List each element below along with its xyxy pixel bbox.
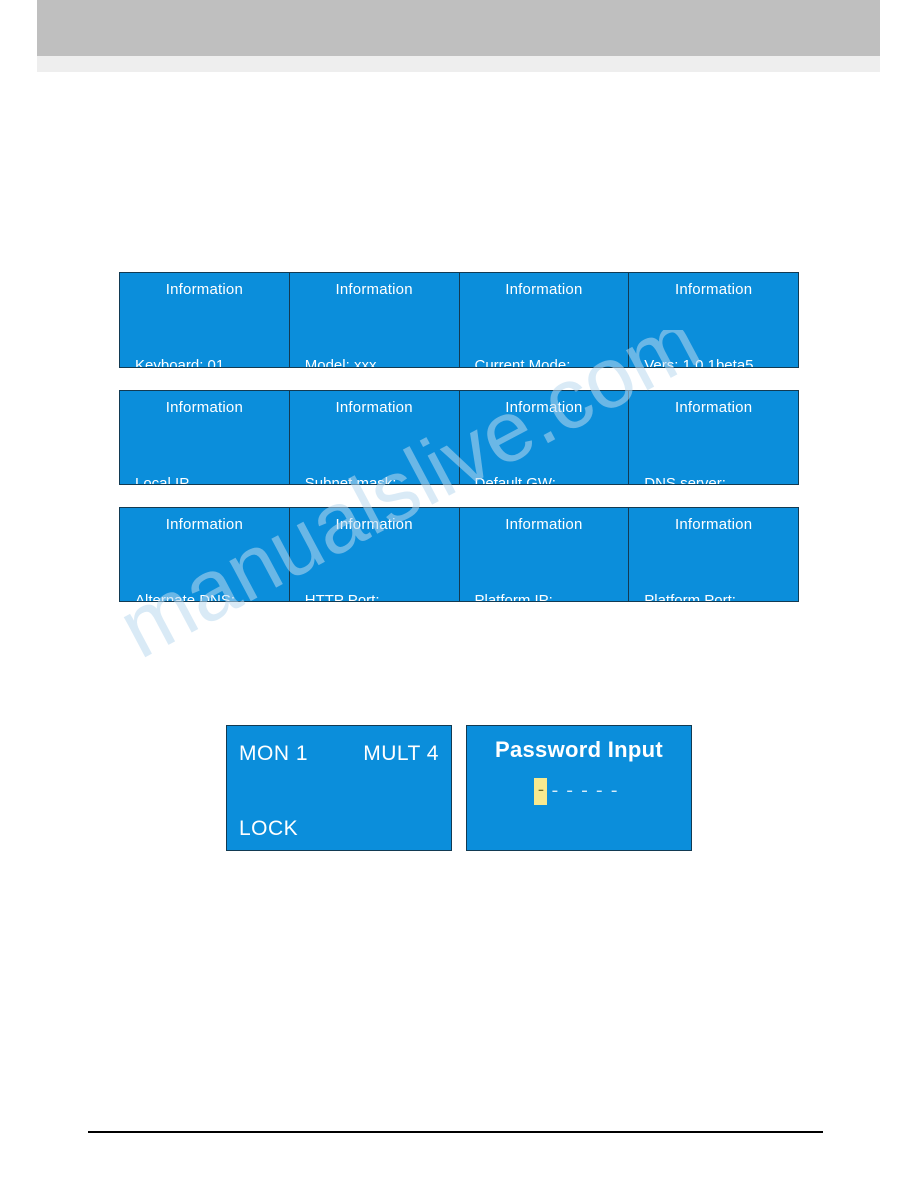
info-cell-body: HTTP Port: 4000 bbox=[290, 532, 459, 601]
info-cell-body: Platform Port: 56789 bbox=[629, 532, 798, 601]
info-cell[interactable]: Information Local IP 192.168.1.201 bbox=[120, 391, 290, 484]
password-cursor: - bbox=[534, 778, 548, 805]
info-cell-body: Alternate DNS: 4.4.4.4 bbox=[120, 532, 289, 601]
info-cell-title: Information bbox=[675, 399, 753, 416]
lock-status-label: LOCK bbox=[239, 817, 299, 840]
password-input-title: Password Input bbox=[495, 737, 663, 762]
info-cell-body: Subnet mask: 255.255.255.0 bbox=[290, 415, 459, 484]
info-cell-title: Information bbox=[335, 281, 413, 298]
info-cell-title: Information bbox=[505, 281, 583, 298]
info-cell-title: Information bbox=[165, 281, 243, 298]
info-cell-body: Local IP 192.168.1.201 bbox=[120, 415, 289, 484]
info-cell[interactable]: Information Vers: 1.0.1beta5 Date: 20160… bbox=[629, 273, 798, 367]
info-cell-title: Information bbox=[335, 516, 413, 533]
info-cell[interactable]: Information HTTP Port: 4000 bbox=[290, 508, 460, 601]
monitor-status-panel[interactable]: MON 1 MULT 4 LOCK bbox=[226, 725, 452, 851]
info-cell-line: Vers: 1.0.1beta5 bbox=[644, 357, 754, 367]
info-cell-line: Model: xxx bbox=[304, 357, 377, 367]
info-cell-line: Platform Port: bbox=[644, 592, 736, 601]
info-table-row-2: Information Local IP 192.168.1.201 Infor… bbox=[119, 390, 799, 485]
info-cell-line: Platform IP: bbox=[474, 592, 553, 601]
info-cell-line: Local IP bbox=[135, 475, 190, 484]
page-header-bar bbox=[37, 0, 880, 56]
page-header-strip bbox=[37, 56, 880, 72]
info-table-row-1: Information Keyboard: 01 Information Mod… bbox=[119, 272, 799, 368]
info-cell[interactable]: Information Alternate DNS: 4.4.4.4 bbox=[120, 508, 290, 601]
info-cell-body: Platform IP: 192.168.1.100 bbox=[460, 532, 629, 601]
info-cell-line: Current Mode: bbox=[474, 357, 571, 367]
info-cell-line: HTTP Port: bbox=[304, 592, 380, 601]
password-placeholder-dashes: ----- bbox=[549, 781, 624, 802]
info-cell-line: Subnet mask: bbox=[304, 475, 397, 484]
password-input-panel[interactable]: Password Input - ----- bbox=[466, 725, 692, 851]
info-cell-title: Information bbox=[165, 399, 243, 416]
monitor-status-top-row: MON 1 MULT 4 bbox=[227, 741, 451, 766]
footer-divider bbox=[88, 1131, 823, 1133]
info-cell[interactable]: Information Platform IP: 192.168.1.100 bbox=[460, 508, 630, 601]
info-cell-body: Current Mode: Platform Mode bbox=[460, 297, 629, 367]
info-cell[interactable]: Information Default GW: 192.168.1.1 bbox=[460, 391, 630, 484]
info-cell-body: Default GW: 192.168.1.1 bbox=[460, 415, 629, 484]
info-cell-body: DNS server: 8.8.8.8 bbox=[629, 415, 798, 484]
info-cell[interactable]: Information Model: xxx SN: xxx bbox=[290, 273, 460, 367]
info-cell-body: Keyboard: 01 bbox=[120, 297, 289, 367]
monitor-number-label: MON 1 bbox=[239, 742, 309, 765]
info-cell[interactable]: Information Keyboard: 01 bbox=[120, 273, 290, 367]
info-cell-line: DNS server: bbox=[644, 475, 726, 484]
info-table-row-3: Information Alternate DNS: 4.4.4.4 Infor… bbox=[119, 507, 799, 602]
info-cell[interactable]: Information Subnet mask: 255.255.255.0 bbox=[290, 391, 460, 484]
info-cell[interactable]: Information Current Mode: Platform Mode bbox=[460, 273, 630, 367]
info-cell[interactable]: Information DNS server: 8.8.8.8 bbox=[629, 391, 798, 484]
info-cell-line: Alternate DNS: bbox=[135, 592, 236, 601]
info-cell-line: Keyboard: 01 bbox=[135, 357, 225, 367]
info-cell-title: Information bbox=[505, 399, 583, 416]
info-cell-title: Information bbox=[505, 516, 583, 533]
info-cell-title: Information bbox=[675, 516, 753, 533]
info-cell[interactable]: Information Platform Port: 56789 bbox=[629, 508, 798, 601]
info-cell-title: Information bbox=[165, 516, 243, 533]
info-cell-title: Information bbox=[675, 281, 753, 298]
svg-text:manualslive.com: manualslive.com bbox=[120, 330, 714, 677]
multiview-number-label: MULT 4 bbox=[363, 742, 439, 765]
info-cell-body: Model: xxx SN: xxx bbox=[290, 297, 459, 367]
info-cell-line: Default GW: bbox=[474, 475, 556, 484]
info-cell-title: Information bbox=[335, 399, 413, 416]
password-input-field[interactable]: - ----- bbox=[467, 778, 691, 805]
info-cell-body: Vers: 1.0.1beta5 Date: 2016041904 bbox=[629, 297, 798, 367]
